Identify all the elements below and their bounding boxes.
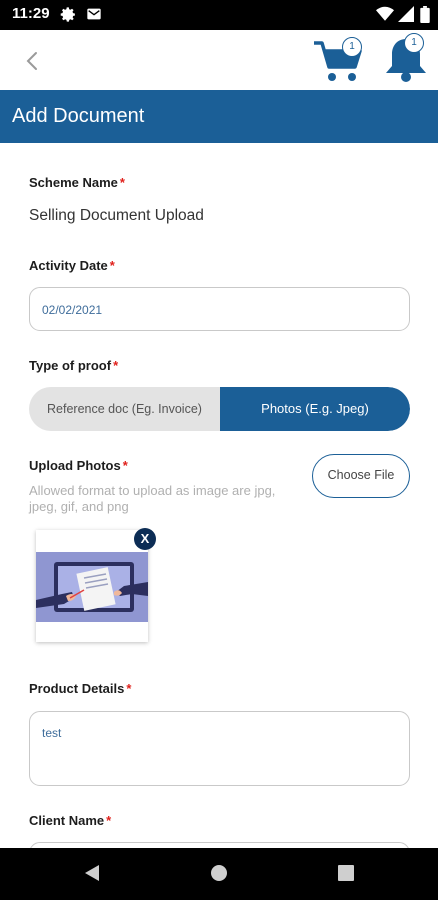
battery-icon — [420, 6, 430, 27]
type-of-proof-toggle: Reference doc (Eg. Invoice) Photos (E.g.… — [29, 387, 410, 431]
product-details-value: test — [42, 726, 62, 740]
required-mark: * — [122, 458, 128, 473]
cart-count-badge: 1 — [342, 37, 362, 57]
activity-date-label-text: Activity Date — [29, 258, 108, 273]
nav-recents-button[interactable] — [337, 863, 355, 887]
scheme-name-label: Scheme Name * — [29, 175, 125, 190]
required-mark: * — [106, 813, 112, 828]
upload-photos-label: Upload Photos * — [29, 458, 128, 473]
nav-home-button[interactable] — [210, 863, 228, 887]
status-time: 11:29 — [12, 5, 50, 22]
notification-button[interactable]: 1 — [380, 33, 432, 85]
circle-home-icon — [211, 865, 227, 881]
photos-option[interactable]: Photos (E.g. Jpeg) — [220, 387, 410, 431]
gmail-icon — [86, 6, 102, 26]
system-navigation-bar — [0, 848, 438, 900]
page-title: Add Document — [12, 105, 145, 127]
chevron-left-icon — [26, 52, 37, 70]
scheme-name-value: Selling Document Upload — [29, 207, 204, 224]
signal-icon — [398, 6, 414, 26]
reference-doc-option[interactable]: Reference doc (Eg. Invoice) — [29, 387, 220, 431]
wifi-icon — [376, 6, 394, 26]
square-recents-icon — [338, 865, 354, 881]
notification-count-badge: 1 — [404, 33, 424, 53]
scheme-name-label-text: Scheme Name — [29, 175, 118, 190]
activity-date-field[interactable]: 02/02/2021 — [29, 287, 410, 331]
back-button[interactable] — [20, 48, 46, 74]
gear-icon — [60, 6, 77, 27]
client-name-label-text: Client Name — [29, 813, 105, 828]
upload-photos-label-text: Upload Photos — [29, 458, 121, 473]
uploaded-photo-thumbnail[interactable] — [36, 530, 148, 642]
document-photo-image — [36, 552, 148, 622]
status-bar: 11:29 — [0, 0, 438, 30]
choose-file-button[interactable]: Choose File — [312, 454, 410, 498]
product-details-field[interactable]: test — [29, 711, 410, 786]
remove-photo-button[interactable]: X — [134, 528, 156, 550]
required-mark: * — [119, 175, 125, 190]
product-details-label: Product Details * — [29, 681, 131, 696]
app-bar: 1 1 — [0, 30, 438, 90]
activity-date-label: Activity Date * — [29, 258, 115, 273]
type-of-proof-label-text: Type of proof — [29, 358, 112, 373]
upload-format-hint: Allowed format to upload as image are jp… — [29, 483, 276, 514]
activity-date-value: 02/02/2021 — [42, 303, 103, 317]
title-bar: Add Document — [0, 90, 438, 143]
required-mark: * — [109, 258, 115, 273]
client-name-label: Client Name * — [29, 813, 111, 828]
triangle-back-icon — [85, 865, 99, 881]
cart-button[interactable]: 1 — [312, 35, 366, 85]
nav-back-button[interactable] — [83, 863, 101, 887]
type-of-proof-label: Type of proof * — [29, 358, 118, 373]
required-mark: * — [126, 681, 132, 696]
product-details-label-text: Product Details — [29, 681, 125, 696]
required-mark: * — [113, 358, 119, 373]
